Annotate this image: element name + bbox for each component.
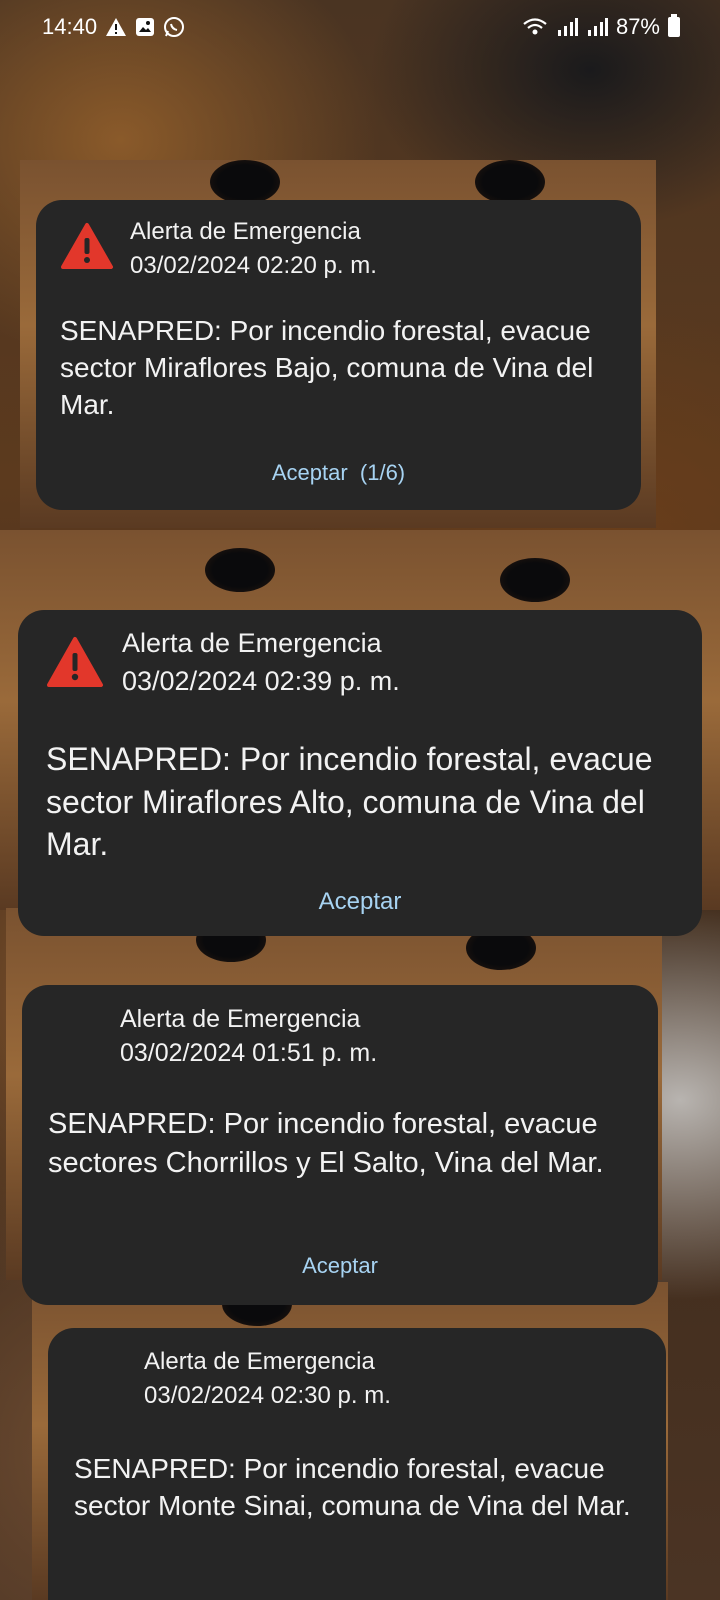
battery-percentage: 87%: [615, 14, 660, 39]
alert-timestamp: 03/02/2024 02:39 p. m.: [122, 666, 400, 696]
alert-message: SENAPRED: Por incendio forestal, evacue …: [60, 315, 594, 421]
emergency-alert-card: Alerta de Emergencia 03/02/2024 02:39 p.…: [18, 610, 702, 936]
whatsapp-icon: [163, 16, 185, 38]
alert-message: SENAPRED: Por incendio forestal, evacue …: [48, 1108, 604, 1179]
alert-icon: [105, 17, 127, 37]
battery-icon: [668, 14, 680, 37]
alert-title: Alerta de Emergencia: [122, 628, 382, 658]
alert-title: Alerta de Emergencia: [120, 1005, 361, 1033]
signal-icon: [556, 18, 578, 36]
accept-button[interactable]: Aceptar: [18, 888, 702, 916]
accept-button[interactable]: Aceptar (1/6): [36, 460, 641, 486]
warning-triangle-icon: [60, 222, 114, 275]
status-bar: 14:40 87%: [0, 0, 720, 54]
alert-message: SENAPRED: Por incendio forestal, evacue …: [74, 1453, 631, 1522]
signal-icon: [586, 18, 608, 36]
alert-message: SENAPRED: Por incendio forestal, evacue …: [46, 741, 653, 863]
warning-triangle-icon: [46, 636, 104, 693]
alert-timestamp: 03/02/2024 02:20 p. m.: [130, 252, 377, 279]
alert-title: Alerta de Emergencia: [144, 1348, 375, 1375]
emergency-alert-card: Alerta de Emergencia 03/02/2024 02:20 p.…: [36, 200, 641, 510]
status-time: 14:40: [42, 14, 98, 39]
wifi-icon: [522, 17, 548, 37]
alert-timestamp: 03/02/2024 01:51 p. m.: [120, 1039, 378, 1067]
alert-timestamp: 03/02/2024 02:30 p. m.: [144, 1382, 391, 1409]
emergency-alert-card: Alerta de Emergencia 03/02/2024 02:30 p.…: [48, 1328, 666, 1600]
alert-title: Alerta de Emergencia: [130, 218, 361, 245]
accept-button[interactable]: Aceptar: [22, 1253, 658, 1279]
emergency-alert-card: Alerta de Emergencia 03/02/2024 01:51 p.…: [22, 985, 658, 1305]
gallery-icon: [135, 17, 155, 37]
